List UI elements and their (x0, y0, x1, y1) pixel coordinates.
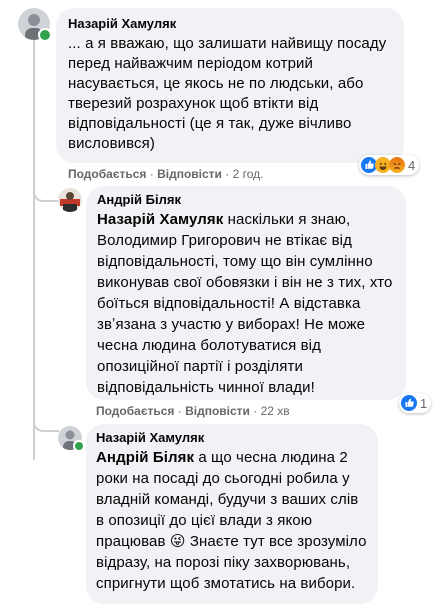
comment-body: наскільки я знаю, Володимир Григорович н… (97, 211, 393, 396)
comment-actions: Подобається · Відповісти · 22 хв (96, 404, 290, 418)
thread-connector (33, 412, 59, 432)
reaction-count: 1 (420, 395, 428, 411)
comment-actions: Подобається · Відповісти · 2 год. (68, 167, 264, 181)
thread-connector (33, 182, 59, 202)
mention-link[interactable]: Назарій Хамуляк (97, 211, 223, 228)
reactions-summary[interactable]: 4 (359, 155, 420, 175)
reactions-summary[interactable]: 1 (399, 393, 432, 413)
comment-bubble: Андрій Біляк Назарій Хамуляк наскільки я… (86, 186, 406, 400)
comment-author[interactable]: Андрій Біляк (97, 192, 396, 208)
like-button[interactable]: Подобається (68, 167, 146, 181)
angry-icon (389, 157, 405, 173)
comment-timestamp[interactable]: 22 хв (261, 404, 290, 418)
comment-text: Андрій Біляк а що чесна людина 2 роки на… (96, 447, 368, 594)
online-status-indicator (73, 440, 85, 452)
comment-bubble: Назарій Хамуляк Андрій Біляк а що чесна … (86, 424, 378, 604)
reaction-count: 4 (408, 157, 416, 173)
reply-button[interactable]: Відповісти (157, 167, 222, 181)
like-button[interactable]: Подобається (96, 404, 174, 418)
comment-text: ... а я вважаю, що залишати найвищу поса… (68, 35, 387, 152)
reply-button[interactable]: Відповісти (185, 404, 250, 418)
comment-body: а що чесна людина 2 роки на посаді до сь… (96, 449, 367, 592)
comment-author[interactable]: Назарій Хамуляк (68, 16, 392, 32)
comment-author[interactable]: Назарій Хамуляк (96, 430, 368, 446)
comment-text: Назарій Хамуляк наскільки я знаю, Володи… (97, 209, 396, 398)
thread-line (33, 40, 35, 460)
online-status-indicator (38, 28, 52, 42)
avatar[interactable] (58, 188, 82, 212)
mention-link[interactable]: Андрій Біляк (96, 449, 194, 466)
comment-bubble: Назарій Хамуляк ... а я вважаю, що залиш… (56, 8, 404, 163)
like-icon (401, 395, 417, 411)
comment-timestamp[interactable]: 2 год. (233, 167, 264, 181)
